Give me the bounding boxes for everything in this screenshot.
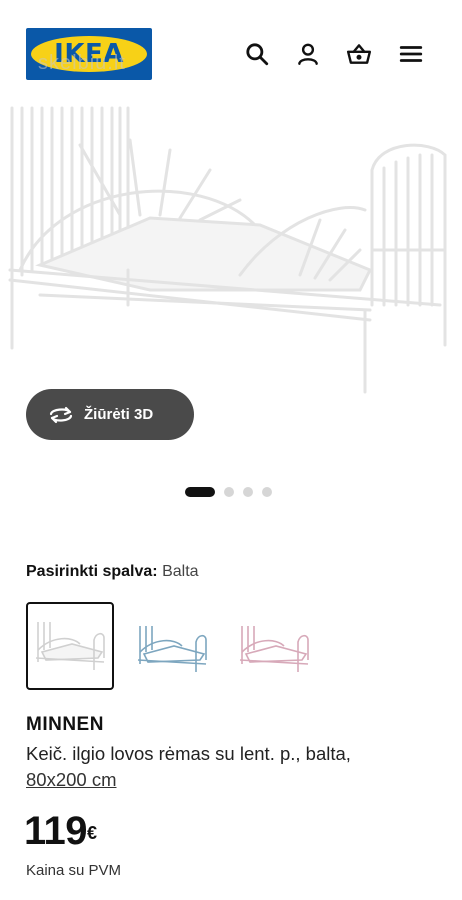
image-pagination: [185, 487, 272, 497]
product-price: 119€: [24, 808, 97, 854]
color-picker-label: Pasirinkti spalva: Balta: [26, 563, 199, 581]
product-name: MINNEN: [26, 714, 104, 735]
view-3d-label: Žiūrėti 3D: [84, 406, 154, 423]
pagination-dot[interactable]: [243, 487, 253, 497]
cart-icon[interactable]: [345, 40, 373, 68]
price-value: 119: [24, 809, 88, 853]
swatch-pink[interactable]: [230, 602, 318, 690]
bed-illustration: [8, 106, 447, 394]
selected-color-value: Balta: [162, 563, 199, 580]
product-description-text: Keič. ilgio lovos rėmas su lent. p., bal…: [26, 743, 351, 764]
pagination-dot[interactable]: [224, 487, 234, 497]
color-swatches: [26, 602, 318, 690]
color-label-text: Pasirinkti spalva:: [26, 563, 158, 580]
pagination-dot[interactable]: [262, 487, 272, 497]
watermark: skelbiu.lt: [38, 52, 126, 74]
pagination-dot-active[interactable]: [185, 487, 215, 497]
price-note: Kaina su PVM: [26, 862, 122, 879]
price-currency: €: [87, 823, 97, 843]
product-description: Keič. ilgio lovos rėmas su lent. p., bal…: [26, 741, 436, 793]
menu-icon[interactable]: [397, 40, 425, 68]
user-icon[interactable]: [294, 40, 322, 68]
swatch-white[interactable]: [26, 602, 114, 690]
product-size-link[interactable]: 80x200 cm: [26, 769, 117, 790]
site-header: IKEA skelbiu.lt: [0, 0, 462, 100]
rotate-3d-icon: [49, 406, 73, 423]
bed-thumbnail-blue: [137, 626, 207, 672]
view-3d-button[interactable]: Žiūrėti 3D: [26, 389, 194, 440]
swatch-blue[interactable]: [128, 602, 216, 690]
bed-thumbnail-pink: [239, 626, 309, 672]
bed-thumbnail-white: [35, 622, 105, 670]
search-icon[interactable]: [243, 40, 271, 68]
